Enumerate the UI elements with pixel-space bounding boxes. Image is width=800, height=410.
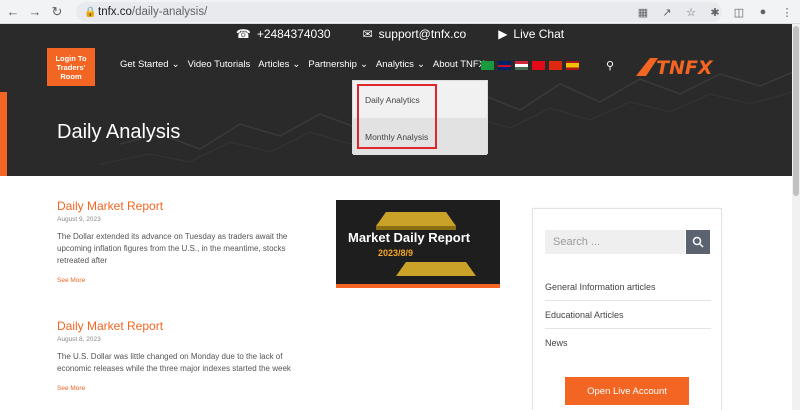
thumbnail-date: 2023/8/9 [378,248,414,258]
extensions-icon[interactable]: ✱ [706,3,724,21]
nav-get-started[interactable]: Get Started ⌄ [120,59,180,70]
article-card: Daily Market Report August 8, 2023 The U… [57,319,317,392]
nav-label: Get Started [120,59,169,70]
flag-uk-icon[interactable] [498,61,511,70]
hero-accent-bar [0,92,7,176]
flag-hu-icon[interactable] [515,61,528,70]
sidepanel-icon[interactable]: ◫ [730,3,748,21]
forward-icon[interactable]: → [26,3,44,21]
address-bar[interactable]: 🔒 tnfx.co/daily-analysis/ [76,2,722,22]
chevron-down-icon: ⌄ [359,59,368,70]
chat-bubble-icon: ▶ [498,27,508,41]
article-date: August 8, 2023 [57,336,101,343]
search-icon [692,236,704,248]
brand-text: TNFX [656,57,714,79]
scrollbar-thumb[interactable] [793,26,799,196]
url-path: /daily-analysis/ [131,6,208,18]
highlight-annotation-box [357,84,437,149]
open-live-account-button[interactable]: Open Live Account [565,377,689,405]
back-icon[interactable]: ← [4,3,22,21]
article-card: Daily Market Report August 9, 2023 The D… [57,199,317,284]
see-more-link[interactable]: See More [57,277,317,284]
sidebar-link-general-info[interactable]: General Information articles [545,273,711,301]
chevron-down-icon: ⌄ [292,59,301,70]
article-title[interactable]: Daily Market Report [57,199,317,213]
see-more-link[interactable]: See More [57,385,317,392]
thumbnail-accent-bar [336,284,500,288]
search-icon[interactable]: ⚲ [606,59,614,72]
sidebar-link-educational[interactable]: Educational Articles [545,301,711,329]
email-text: support@tnfx.co [378,27,467,41]
profile-icon[interactable]: ● [754,3,772,21]
tnfx-logo[interactable]: TNFX [634,54,738,80]
login-traders-room-button[interactable]: Login To Traders' Room [47,48,95,86]
chevron-down-icon: ⌄ [171,59,180,70]
nav-label: Articles [258,59,290,70]
reload-icon[interactable]: ↻ [48,3,66,21]
url-host: tnfx.co [98,6,132,18]
contact-topbar: ☎ +2484374030 ✉ support@tnfx.co ▶ Live C… [0,24,800,44]
flag-es-icon[interactable] [566,61,579,70]
envelope-icon: ✉ [362,27,373,41]
nav-analytics[interactable]: Analytics ⌄ [376,59,425,70]
sidebar-link-news[interactable]: News [545,329,711,357]
sidebar-widget: Search ... General Information articles … [532,208,722,410]
page-title: Daily Analysis [57,121,181,143]
browser-toolbar: ← → ↻ 🔒 tnfx.co/daily-analysis/ ▦ ↗ ☆ ✱ … [0,0,800,24]
nav-articles[interactable]: Articles ⌄ [258,59,300,70]
kebab-menu-icon[interactable]: ⋮ [778,3,796,21]
article-excerpt: The Dollar extended its advance on Tuesd… [57,232,288,265]
sidebar-search-button[interactable] [686,230,710,254]
bookmark-star-icon[interactable]: ☆ [682,3,700,21]
article-title[interactable]: Daily Market Report [57,319,317,333]
article-thumbnail[interactable]: Market Daily Report 2023/8/9 [336,200,500,288]
article-excerpt: The U.S. Dollar was little changed on Mo… [57,352,291,373]
flag-tr-icon[interactable] [532,61,545,70]
flag-cn-icon[interactable] [549,61,562,70]
language-flags [481,61,579,70]
article-date: August 9, 2023 [57,216,101,223]
translate-icon[interactable]: ▦ [634,3,652,21]
nav-label: About TNFX [432,59,486,70]
login-line-1: Login To [55,54,87,63]
login-line-2: Traders' [56,63,86,72]
thumbnail-heading: Market Daily Report [348,230,471,245]
phone-icon: ☎ [235,27,251,41]
share-icon[interactable]: ↗ [658,3,676,21]
nav-label: Analytics [375,59,414,70]
phone-contact[interactable]: ☎ +2484374030 [236,27,331,41]
login-line-3: Room [60,72,82,81]
phone-text: +2484374030 [256,27,331,41]
main-navigation: Get Started ⌄ Video Tutorials Articles ⌄ P… [120,59,496,70]
flag-sa-icon[interactable] [481,61,494,70]
live-chat-link[interactable]: ▶ Live Chat [498,27,564,41]
nav-partnership[interactable]: Partnership ⌄ [308,59,368,70]
chevron-down-icon: ⌄ [416,59,425,70]
nav-video-tutorials[interactable]: Video Tutorials [188,59,251,70]
nav-label: Partnership [308,59,357,70]
main-content: Daily Market Report August 9, 2023 The D… [0,176,800,410]
sidebar-search-input[interactable]: Search ... [545,230,685,254]
email-contact[interactable]: ✉ support@tnfx.co [363,27,467,41]
nav-label: Video Tutorials [187,59,251,70]
lock-icon: 🔒 [84,6,97,18]
live-chat-text: Live Chat [513,27,565,41]
